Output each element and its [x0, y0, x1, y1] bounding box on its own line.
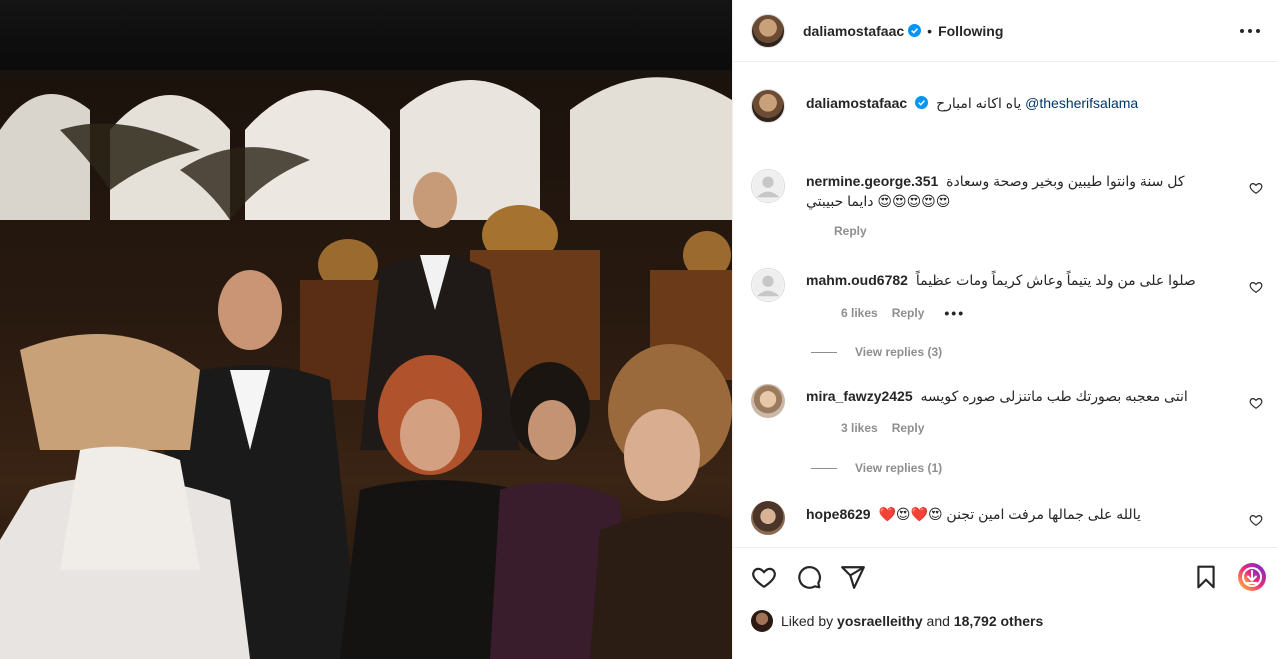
replies-divider — [811, 351, 837, 353]
comment-meta: Reply — [834, 224, 1206, 238]
liked-by-prefix: Liked by — [781, 613, 834, 629]
default-avatar-icon — [752, 269, 784, 301]
commenter-avatar[interactable] — [751, 169, 785, 203]
media-top-band — [0, 0, 732, 70]
reply-button[interactable]: Reply — [892, 306, 925, 320]
photo-illustration — [0, 77, 732, 659]
comment-body: hope8629 يالله على جمالها مرفت امين تجنن… — [806, 505, 1206, 523]
comment-body: mira_fawzy2425 انتى معجبه بصورتك طب ماتن… — [806, 387, 1206, 435]
liked-by-middle: and — [926, 613, 950, 629]
replies-divider — [811, 467, 837, 469]
reply-button[interactable]: Reply — [892, 421, 925, 435]
comment-like-heart-icon[interactable] — [1249, 280, 1263, 294]
author-avatar[interactable] — [751, 13, 785, 48]
caption-username[interactable]: daliamostafaac — [806, 95, 907, 111]
bookmark-icon[interactable] — [1193, 564, 1219, 590]
caption-text: ياه اكانه امبارح — [936, 95, 1022, 111]
comment-like-heart-icon[interactable] — [1249, 513, 1263, 527]
comment-text: انتى معجبه بصورتك طب ماتنزلى صوره كويسه — [920, 388, 1188, 404]
view-replies-label: View replies (1) — [855, 461, 943, 475]
comment-text: صلوا على من ولد يتيماً وعاش كريماً ومات … — [915, 272, 1196, 288]
view-replies-button[interactable]: View replies (3) — [811, 345, 942, 359]
post-photo — [0, 70, 732, 659]
comments-list: daliamostafaac ياه اكانه امبارح @thesher… — [733, 63, 1277, 547]
likes-summary: Liked by yosraelleithy and 18,792 others — [751, 610, 1043, 632]
commenter-username[interactable]: mahm.oud6782 — [806, 272, 908, 288]
comment-like-heart-icon[interactable] — [1249, 181, 1263, 195]
comment-text: كل سنة وانتوا طيبين وبخير وصحة وسعادة — [946, 173, 1185, 189]
likes-count[interactable]: 18,792 others — [954, 613, 1044, 629]
view-replies-button[interactable]: View replies (1) — [811, 461, 942, 475]
comment-icon[interactable] — [796, 564, 822, 590]
post-side-panel: daliamostafaac • Following daliamostafaa… — [732, 0, 1277, 659]
comment-body: mahm.oud6782 صلوا على من ولد يتيماً وعاش… — [806, 271, 1206, 321]
comment-text: يالله على جمالها مرفت امين تجنن 😍❤️😍❤️ — [878, 506, 1141, 522]
comment-meta: 3 likes Reply — [841, 421, 1206, 435]
post-actions-bar — [733, 547, 1277, 659]
download-icon[interactable] — [1237, 562, 1267, 592]
separator-dot: • — [927, 22, 933, 39]
caption-mention[interactable]: @thesherifsalama — [1025, 95, 1138, 111]
commenter-avatar[interactable] — [751, 384, 785, 418]
share-icon[interactable] — [840, 564, 866, 590]
default-avatar-icon — [752, 170, 784, 202]
caption-body: daliamostafaac ياه اكانه امبارح @thesher… — [806, 94, 1206, 112]
commenter-username[interactable]: hope8629 — [806, 506, 871, 522]
more-options-icon[interactable] — [1240, 22, 1260, 40]
post-media[interactable] — [0, 0, 732, 659]
view-replies-label: View replies (3) — [855, 345, 943, 359]
author-avatar[interactable] — [751, 89, 785, 123]
comment-options-icon[interactable]: ••• — [944, 305, 965, 321]
comment-text-line2: 😍😍😍😍😍 دايما حبيبتي — [806, 193, 951, 209]
post-header: daliamostafaac • Following — [733, 0, 1277, 62]
comment-like-heart-icon[interactable] — [1249, 396, 1263, 410]
like-count[interactable]: 3 likes — [841, 421, 878, 435]
verified-badge-icon — [915, 96, 929, 109]
verified-badge-icon — [908, 24, 922, 37]
commenter-username[interactable]: nermine.george.351 — [806, 173, 938, 189]
commenter-avatar[interactable] — [751, 268, 785, 302]
reply-button[interactable]: Reply — [834, 224, 867, 238]
author-info: daliamostafaac • Following — [803, 23, 1003, 39]
liker-avatar[interactable] — [751, 610, 773, 632]
commenter-avatar[interactable] — [751, 501, 785, 535]
comment-meta: 6 likes Reply ••• — [841, 305, 1206, 321]
commenter-username[interactable]: mira_fawzy2425 — [806, 388, 913, 404]
following-button[interactable]: Following — [938, 23, 1003, 39]
author-username[interactable]: daliamostafaac — [803, 23, 904, 39]
comment-body: nermine.george.351 كل سنة وانتوا طيبين و… — [806, 172, 1206, 238]
liker-username[interactable]: yosraelleithy — [837, 613, 923, 629]
heart-icon[interactable] — [751, 564, 777, 590]
like-count[interactable]: 6 likes — [841, 306, 878, 320]
